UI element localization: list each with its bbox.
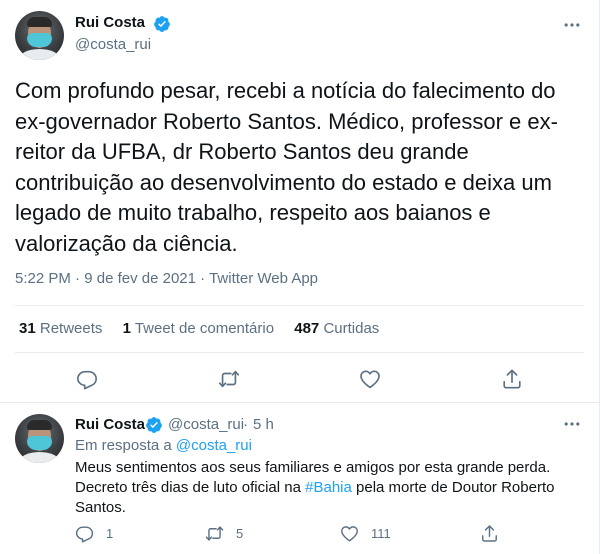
tweet-date[interactable]: 9 de fev de 2021	[84, 270, 196, 287]
retweets-stat[interactable]: 31 Retweets	[19, 320, 102, 337]
verified-badge-icon	[154, 16, 170, 32]
retweet-count: 5	[236, 525, 244, 541]
author-name[interactable]: Rui Costa	[75, 14, 145, 31]
main-tweet: Rui Costa @costa_rui Com profundo pesar,…	[0, 0, 599, 400]
share-button[interactable]	[480, 522, 511, 544]
replying-to-label: Em resposta a	[75, 437, 172, 454]
tweet-text: Com profundo pesar, recebi a notícia do …	[15, 78, 558, 256]
like-count: 111	[371, 525, 391, 541]
retweet-button[interactable]: 5	[205, 522, 243, 544]
like-icon[interactable]	[359, 368, 381, 390]
like-button[interactable]: 111	[340, 522, 391, 544]
replying-to-handle[interactable]: @costa_rui	[176, 437, 252, 454]
more-options-icon[interactable]	[562, 15, 582, 35]
share-icon[interactable]	[501, 368, 523, 390]
avatar[interactable]	[15, 11, 64, 60]
share-icon	[482, 524, 497, 542]
author-handle[interactable]: @costa_rui	[168, 416, 244, 433]
like-icon	[341, 525, 358, 541]
divider	[15, 305, 584, 306]
quote-tweets-stat[interactable]: 1 Tweet de comentário	[123, 320, 275, 337]
verified-badge-icon	[146, 417, 162, 433]
reply-icon[interactable]	[76, 368, 98, 390]
more-options-icon[interactable]	[562, 414, 582, 434]
divider	[0, 402, 600, 403]
reply-actions: 1 5 111	[75, 522, 590, 544]
meta-separator: ·	[200, 270, 206, 287]
meta-separator: ·	[75, 270, 81, 287]
tweet-actions	[0, 364, 599, 394]
tweet-source[interactable]: Twitter Web App	[209, 270, 318, 287]
divider	[15, 352, 584, 353]
avatar[interactable]	[15, 414, 64, 463]
author-name[interactable]: Rui Costa	[75, 416, 145, 433]
retweet-icon	[205, 525, 224, 541]
tweet-meta: 5:22 PM · 9 de fev de 2021 · Twitter Web…	[15, 270, 318, 287]
tweet-time[interactable]: 5:22 PM	[15, 270, 71, 287]
reply-button[interactable]: 1	[75, 522, 113, 544]
retweet-icon[interactable]	[218, 368, 240, 390]
tweet-time[interactable]: 5 h	[253, 416, 274, 433]
author-handle[interactable]: @costa_rui	[75, 36, 151, 53]
hashtag-link[interactable]: #Bahia	[305, 479, 352, 496]
engagement-stats: 31 Retweets 1 Tweet de comentário 487 Cu…	[19, 320, 395, 337]
reply-icon	[75, 525, 94, 543]
meta-separator: ·	[243, 416, 248, 433]
reply-text: Meus sentimentos aos seus familiares e a…	[75, 458, 585, 518]
replying-to: Em resposta a @costa_rui	[75, 437, 252, 454]
reply-count: 1	[106, 525, 114, 541]
tweet-thread: Rui Costa @costa_rui Com profundo pesar,…	[0, 0, 600, 554]
likes-stat[interactable]: 487 Curtidas	[294, 320, 379, 337]
